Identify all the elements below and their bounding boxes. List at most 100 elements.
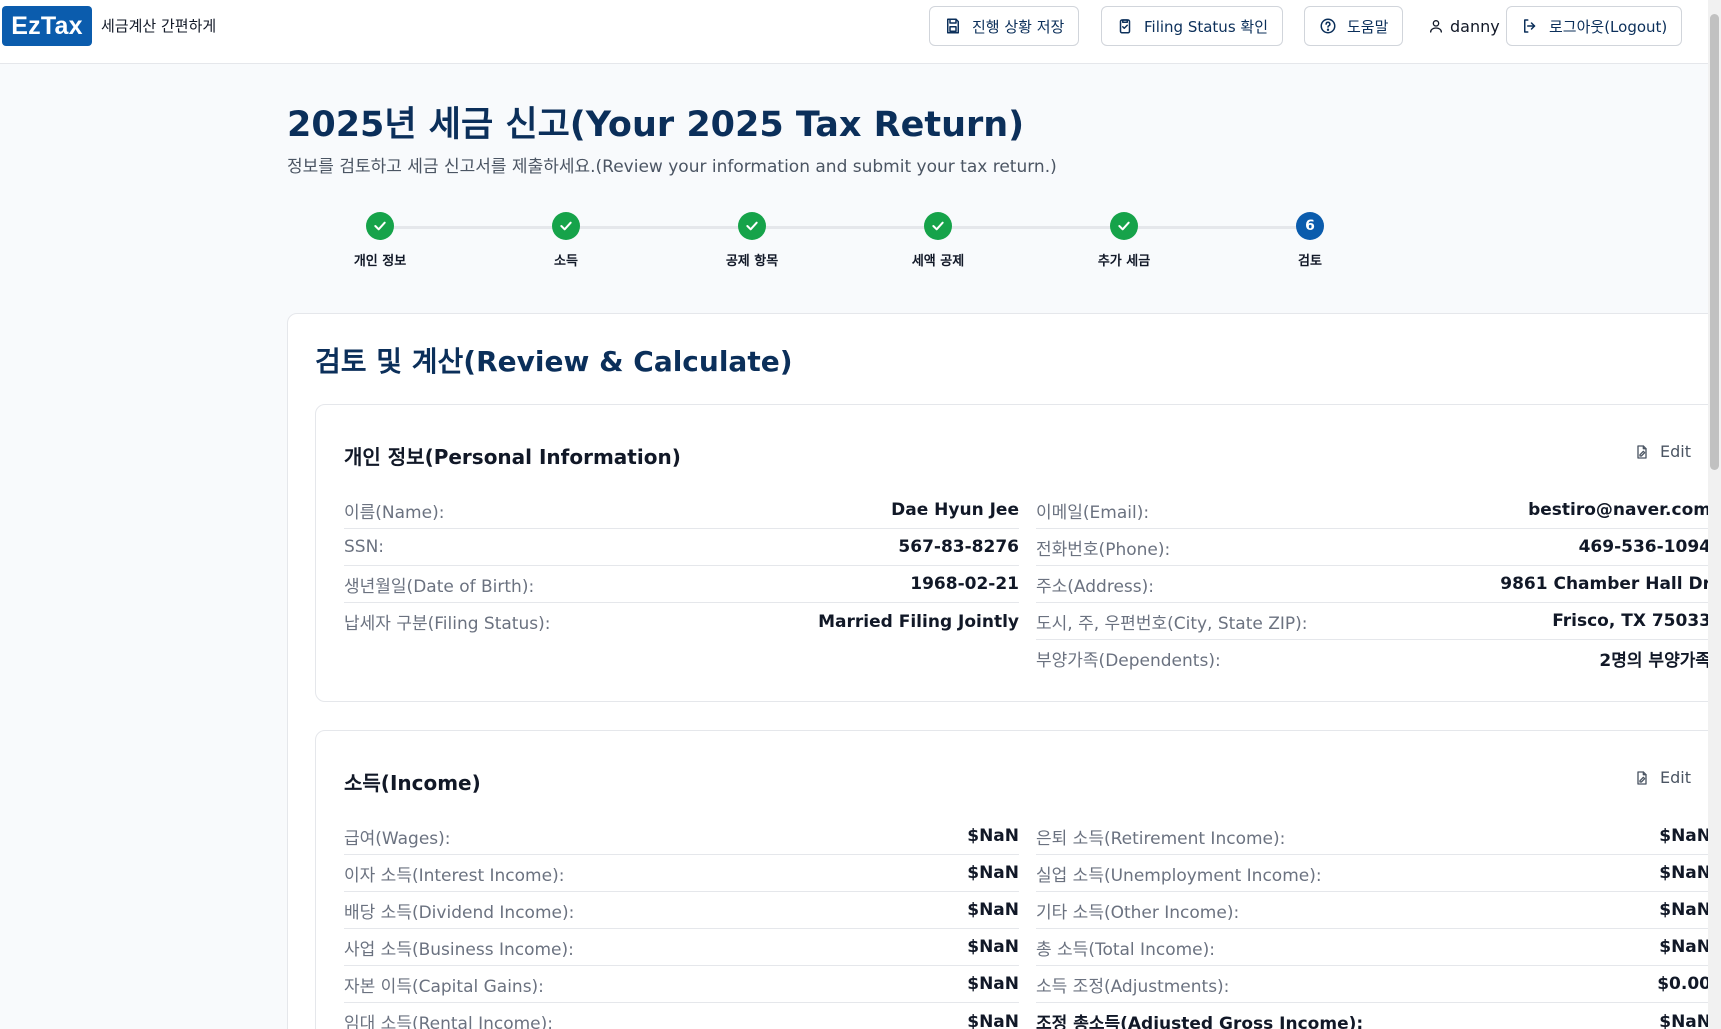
row-label: 기타 소득(Other Income):	[1036, 902, 1240, 923]
review-title: 검토 및 계산(Review & Calculate)	[315, 345, 793, 378]
info-row: 이자 소득(Interest Income): $NaN	[344, 855, 1019, 892]
info-row: 생년월일(Date of Birth): 1968-02-21	[344, 566, 1019, 603]
tagline: 세금계산 간편하게	[101, 17, 217, 35]
income-left-column: 급여(Wages): $NaN 이자 소득(Interest Income): $N…	[344, 818, 1019, 1029]
step-additional-tax[interactable]: 추가 세금	[1064, 212, 1184, 269]
info-row: 이메일(Email): bestiro@naver.com	[1036, 492, 1711, 529]
row-value: $NaN	[1659, 1011, 1711, 1029]
row-value: $0.00	[1657, 974, 1711, 994]
row-label: 소득 조정(Adjustments):	[1036, 976, 1230, 997]
info-row: 소득 조정(Adjustments): $0.00	[1036, 966, 1711, 1003]
step-income[interactable]: 소득	[506, 212, 626, 269]
page-title: 2025년 세금 신고(Your 2025 Tax Return)	[287, 105, 1025, 145]
step-complete-circle	[924, 212, 952, 240]
step-label: 소득	[554, 254, 578, 269]
row-label: 은퇴 소득(Retirement Income):	[1036, 828, 1286, 849]
row-value: $NaN	[1659, 826, 1711, 846]
edit-file-icon	[1637, 770, 1647, 785]
row-label: 이름(Name):	[344, 502, 445, 523]
info-row: SSN: 567-83-8276	[344, 529, 1019, 566]
row-label: 전화번호(Phone):	[1036, 539, 1171, 560]
income-right-column: 은퇴 소득(Retirement Income): $NaN 실업 소득(Unem…	[1036, 818, 1711, 1029]
step-review[interactable]: 6 검토	[1250, 212, 1370, 269]
row-label: 부양가족(Dependents):	[1036, 651, 1221, 671]
row-value: $NaN	[1659, 863, 1711, 883]
info-row: 급여(Wages): $NaN	[344, 818, 1019, 855]
row-value: $NaN	[967, 900, 1019, 920]
row-value: $NaN	[967, 937, 1019, 957]
check-icon	[1118, 221, 1130, 231]
scrollbar[interactable]	[1708, 0, 1721, 1029]
info-row: 전화번호(Phone): 469-536-1094	[1036, 529, 1711, 566]
row-value: 567-83-8276	[898, 537, 1019, 557]
step-label: 검토	[1298, 254, 1322, 269]
help-button[interactable]: 도움말	[1304, 6, 1404, 46]
edit-personal-button[interactable]: Edit	[1634, 442, 1691, 461]
info-row: 납세자 구분(Filing Status): Married Filing Joi…	[344, 603, 1019, 640]
info-row: 부양가족(Dependents): 2명의 부양가족	[1036, 640, 1711, 677]
step-personal-info[interactable]: 개인 정보	[320, 212, 440, 269]
row-value: 9861 Chamber Hall Dr	[1500, 574, 1711, 594]
row-label: SSN:	[344, 537, 385, 557]
row-label: 이자 소득(Interest Income):	[344, 865, 565, 886]
filing-status-button[interactable]: Filing Status 확인	[1101, 6, 1284, 46]
step-label: 공제 항목	[725, 254, 779, 269]
help-label: 도움말	[1347, 17, 1389, 36]
progress-stepper: 개인 정보 소득 공제 항목 세액 공제 추가 세금 6 검토	[0, 200, 1721, 280]
info-row: 배당 소득(Dividend Income): $NaN	[344, 892, 1019, 929]
info-row: 은퇴 소득(Retirement Income): $NaN	[1036, 818, 1711, 855]
edit-label: Edit	[1660, 768, 1691, 787]
step-complete-circle	[738, 212, 766, 240]
step-complete-circle	[1110, 212, 1138, 240]
row-label: 생년월일(Date of Birth):	[344, 576, 535, 597]
row-label: 납세자 구분(Filing Status):	[344, 614, 551, 634]
row-value: 2명의 부양가족	[1599, 651, 1711, 671]
row-value: Frisco, TX 75033	[1552, 611, 1711, 631]
row-label: 자본 이득(Capital Gains):	[344, 976, 544, 997]
info-row: 이름(Name): Dae Hyun Jee	[344, 492, 1019, 529]
income-section: 소득(Income) Edit 급여(Wages): $NaN 이자 소득(Int…	[315, 730, 1721, 1029]
check-icon	[560, 221, 572, 231]
row-label: 조정 총소득(Adjusted Gross Income):	[1036, 1014, 1364, 1029]
row-label: 급여(Wages):	[344, 828, 451, 849]
logout-label: 로그아웃(Logout)	[1549, 17, 1668, 36]
top-header: EzTax 세금계산 간편하게 진행 상황 저장 Filing Status 확…	[0, 0, 1721, 64]
personal-info-section: 개인 정보(Personal Information) Edit 이름(Name…	[315, 404, 1721, 702]
personal-left-column: 이름(Name): Dae Hyun Jee SSN: 567-83-8276 생년…	[344, 492, 1019, 640]
save-progress-label: 진행 상황 저장	[972, 17, 1065, 36]
save-icon	[947, 18, 959, 34]
username: danny	[1450, 16, 1500, 36]
logout-icon	[1524, 19, 1536, 33]
row-label: 임대 소득(Rental Income):	[344, 1014, 554, 1029]
row-value: $NaN	[967, 863, 1019, 883]
step-deductions[interactable]: 공제 항목	[692, 212, 812, 269]
info-row: 도시, 주, 우편번호(City, State ZIP): Frisco, TX …	[1036, 603, 1711, 640]
row-label: 실업 소득(Unemployment Income):	[1036, 865, 1322, 886]
personal-right-column: 이메일(Email): bestiro@naver.com 전화번호(Phone)…	[1036, 492, 1711, 677]
user-menu[interactable]: danny	[1428, 6, 1500, 46]
edit-income-button[interactable]: Edit	[1634, 768, 1691, 787]
info-row: 자본 이득(Capital Gains): $NaN	[344, 966, 1019, 1003]
step-current-circle: 6	[1296, 212, 1324, 240]
info-row: 실업 소득(Unemployment Income): $NaN	[1036, 855, 1711, 892]
step-label: 세액 공제	[911, 254, 965, 269]
step-label: 개인 정보	[353, 254, 407, 269]
row-value: Married Filing Jointly	[818, 611, 1019, 632]
filing-status-label: Filing Status 확인	[1144, 17, 1269, 36]
section-title: 개인 정보(Personal Information)	[344, 445, 681, 469]
row-label: 총 소득(Total Income):	[1036, 939, 1215, 960]
info-row: 기타 소득(Other Income): $NaN	[1036, 892, 1711, 929]
row-label: 주소(Address):	[1036, 576, 1154, 597]
save-progress-button[interactable]: 진행 상황 저장	[929, 6, 1080, 46]
check-icon	[746, 221, 758, 231]
row-value: Dae Hyun Jee	[891, 500, 1019, 520]
scrollbar-thumb[interactable]	[1710, 14, 1719, 470]
clipboard-check-icon	[1119, 19, 1131, 34]
row-value: $NaN	[1659, 900, 1711, 920]
eztax-logo[interactable]: EzTax	[2, 6, 92, 46]
step-tax-credits[interactable]: 세액 공제	[878, 212, 998, 269]
edit-label: Edit	[1660, 442, 1691, 461]
row-label: 도시, 주, 우편번호(City, State ZIP):	[1036, 613, 1308, 634]
logout-button[interactable]: 로그아웃(Logout)	[1506, 6, 1683, 46]
section-title: 소득(Income)	[344, 771, 481, 795]
